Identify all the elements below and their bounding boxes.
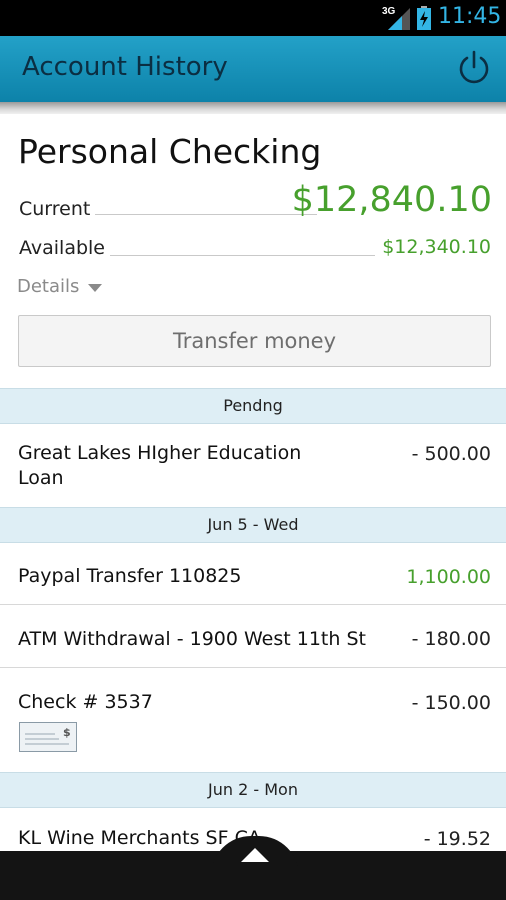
- battery-charging-icon: [417, 6, 431, 30]
- transaction-amount: - 500.00: [411, 443, 491, 465]
- current-balance-leader: [95, 214, 317, 215]
- current-balance-label: Current: [19, 198, 91, 220]
- power-icon[interactable]: [456, 50, 492, 86]
- transfer-money-button[interactable]: Transfer money: [18, 315, 491, 367]
- current-balance-value: $12,840.10: [291, 180, 492, 220]
- transaction-amount: 1,100.00: [406, 566, 491, 588]
- action-bar: Account History: [0, 36, 506, 102]
- row-divider: [0, 667, 506, 668]
- transaction-description: Check # 3537: [18, 691, 153, 713]
- transaction-description: ATM Withdrawal - 1900 West 11th St: [18, 628, 366, 650]
- transaction-amount: - 180.00: [411, 628, 491, 650]
- action-bar-shadow: [0, 102, 506, 114]
- signal-icon: [388, 8, 410, 30]
- available-balance-label: Available: [19, 237, 106, 259]
- page-title: Account History: [22, 52, 228, 82]
- available-balance-value: $12,340.10: [382, 236, 491, 258]
- check-image-icon[interactable]: $: [19, 722, 77, 752]
- available-balance-leader: [110, 255, 375, 256]
- transaction-description: Paypal Transfer 110825: [18, 565, 242, 587]
- row-divider: [0, 604, 506, 605]
- chevron-down-icon: [88, 284, 102, 292]
- details-label: Details: [17, 276, 80, 297]
- status-bar: 3G 11:45: [0, 0, 506, 36]
- chevron-up-icon: [241, 848, 269, 862]
- details-toggle[interactable]: Details: [17, 276, 102, 297]
- svg-text:$: $: [63, 726, 71, 739]
- section-header-pending: Pendng: [0, 388, 506, 424]
- account-name: Personal Checking: [18, 132, 322, 171]
- transaction-amount: - 19.52: [423, 828, 491, 850]
- transaction-amount: - 150.00: [411, 692, 491, 714]
- section-header-jun-5: Jun 5 - Wed: [0, 507, 506, 543]
- status-clock: 11:45: [438, 4, 502, 29]
- transaction-description: Great Lakes HIgher Education Loan: [18, 442, 302, 489]
- section-header-jun-2: Jun 2 - Mon: [0, 772, 506, 808]
